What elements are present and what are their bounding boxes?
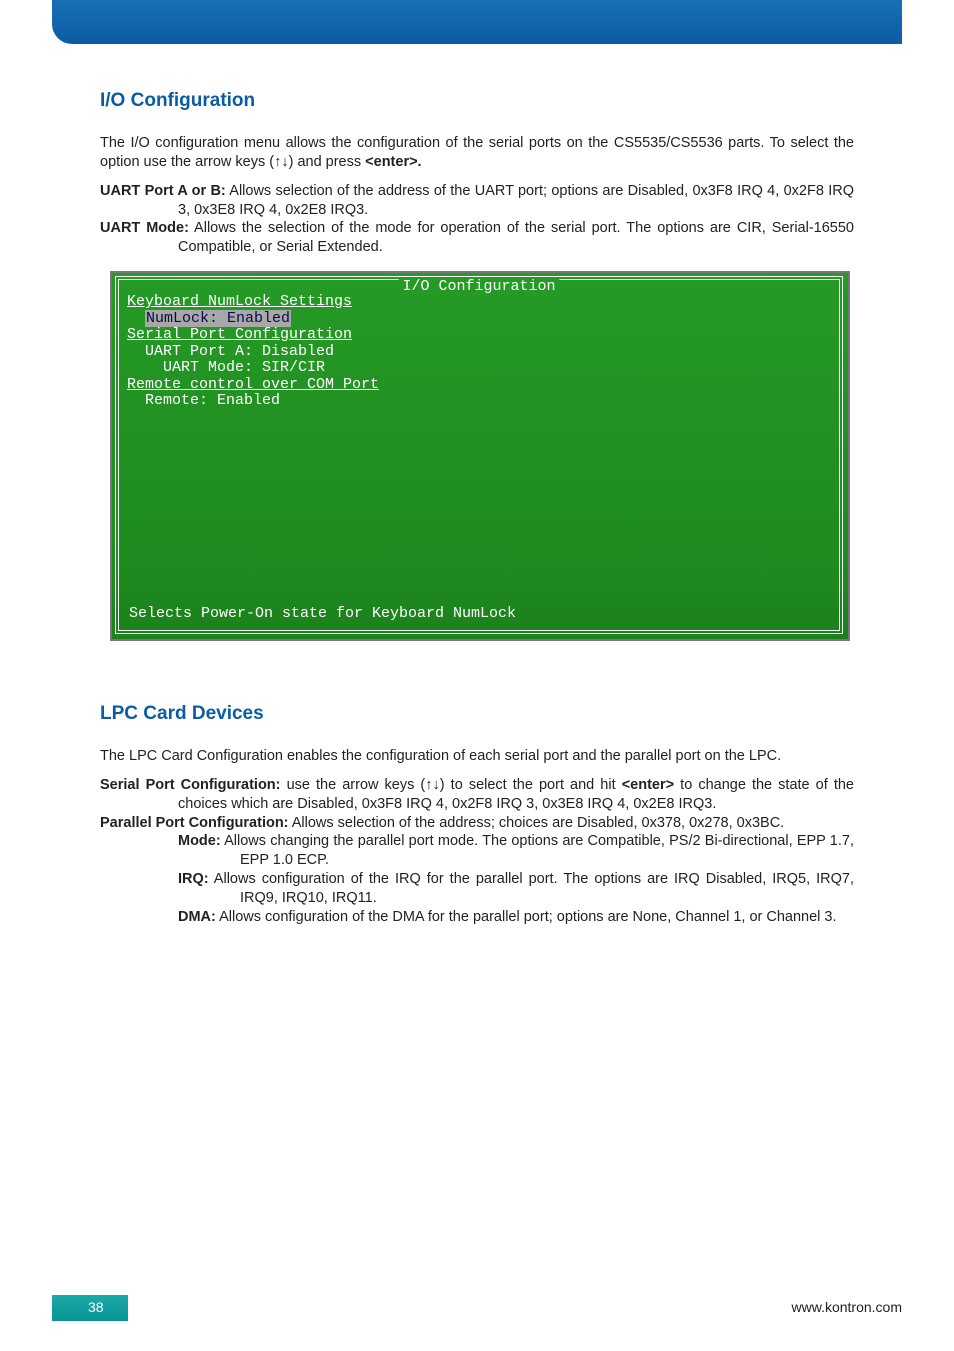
uart-mode-item: UART Mode: Allows the selection of the m… xyxy=(100,219,854,257)
parallel-port-config-item: Parallel Port Configuration: Allows sele… xyxy=(100,814,854,833)
section-title-lpc: LPC Card Devices xyxy=(100,703,854,725)
bios-selected-option: NumLock: Enabled xyxy=(145,310,291,327)
bios-line-numlock-head: Keyboard NumLock Settings xyxy=(127,294,831,311)
uart-mode-label: UART Mode: xyxy=(100,220,189,236)
page-number: 38 xyxy=(52,1295,128,1321)
sp-enter: <enter> xyxy=(622,777,674,793)
uart-port-text: Allows selection of the address of the U… xyxy=(178,183,854,218)
pp-label: Parallel Port Configuration: xyxy=(100,815,289,831)
section-title-io: I/O Configuration xyxy=(100,90,854,112)
bios-line-remote: Remote: Enabled xyxy=(127,393,831,410)
pp-text: Allows selection of the address; choices… xyxy=(289,815,785,831)
uart-port-label: UART Port A or B: xyxy=(100,183,226,199)
page-content: I/O Configuration The I/O configuration … xyxy=(100,90,854,927)
io-intro-enter: <enter>. xyxy=(365,154,421,170)
uart-port-item: UART Port A or B: Allows selection of th… xyxy=(100,182,854,220)
mode-item: Mode: Allows changing the parallel port … xyxy=(100,832,854,870)
footer-url: www.kontron.com xyxy=(792,1295,902,1315)
lpc-intro: The LPC Card Configuration enables the c… xyxy=(100,747,854,766)
page-footer: 38 www.kontron.com xyxy=(52,1295,902,1321)
dma-label: DMA: xyxy=(178,909,216,925)
sp-label: Serial Port Configuration: xyxy=(100,777,281,793)
bios-line-uart-a: UART Port A: Disabled xyxy=(127,344,831,361)
bios-line-uart-mode: UART Mode: SIR/CIR xyxy=(127,360,831,377)
serial-port-config-item: Serial Port Configuration: use the arrow… xyxy=(100,776,854,814)
bios-line-serial-head: Serial Port Configuration xyxy=(127,327,831,344)
irq-text: Allows configuration of the IRQ for the … xyxy=(209,871,854,906)
dma-text: Allows configuration of the DMA for the … xyxy=(216,909,837,925)
bios-line-remote-head: Remote control over COM Port xyxy=(127,377,831,394)
io-intro: The I/O configuration menu allows the co… xyxy=(100,134,854,172)
bios-title: I/O Configuration xyxy=(398,278,559,295)
mode-text: Allows changing the parallel port mode. … xyxy=(221,833,854,868)
io-intro-text: The I/O configuration menu allows the co… xyxy=(100,135,854,170)
sp-text-a: use the arrow keys (↑↓) to select the po… xyxy=(281,777,622,793)
bios-screenshot: I/O Configuration Keyboard NumLock Setti… xyxy=(110,271,850,641)
bios-help-line: Selects Power-On state for Keyboard NumL… xyxy=(129,605,516,622)
dma-item: DMA: Allows configuration of the DMA for… xyxy=(100,908,854,927)
bios-line-numlock: NumLock: Enabled xyxy=(127,311,831,328)
header-bar xyxy=(52,0,902,44)
uart-mode-text: Allows the selection of the mode for ope… xyxy=(178,220,854,255)
bios-inner: I/O Configuration Keyboard NumLock Setti… xyxy=(118,279,840,631)
irq-item: IRQ: Allows configuration of the IRQ for… xyxy=(100,870,854,908)
irq-label: IRQ: xyxy=(178,871,209,887)
mode-label: Mode: xyxy=(178,833,221,849)
